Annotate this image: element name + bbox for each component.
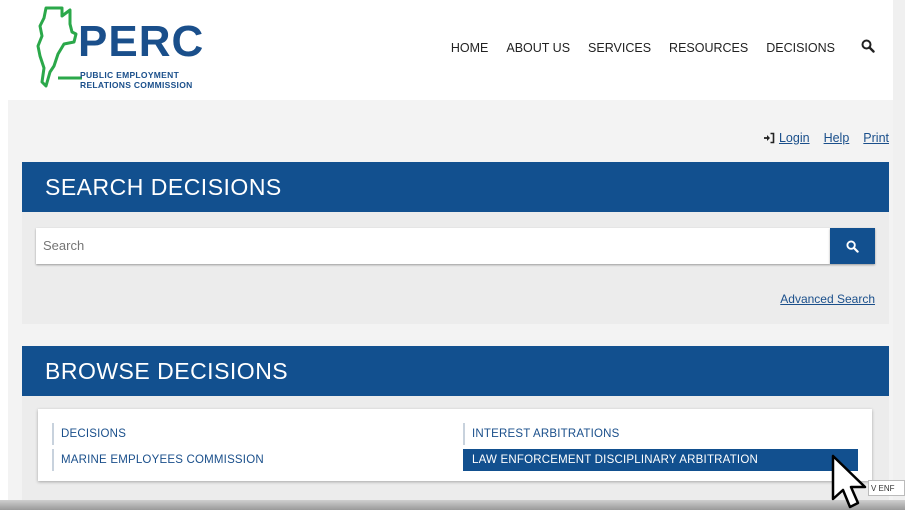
search-input[interactable] <box>36 228 830 264</box>
search-decisions-title: SEARCH DECISIONS <box>45 174 282 200</box>
browse-link-interest-arbitrations[interactable]: INTEREST ARBITRATIONS <box>463 423 620 445</box>
logo-wordmark: PERC <box>78 17 205 66</box>
main-nav: HOME ABOUT US SERVICES RESOURCES DECISIO… <box>451 39 875 56</box>
browse-decisions-title: BROWSE DECISIONS <box>45 358 289 384</box>
nav-decisions[interactable]: DECISIONS <box>766 40 835 56</box>
window-bottom-edge <box>0 500 905 510</box>
nav-resources[interactable]: RESOURCES <box>669 40 748 56</box>
browse-link-law-enforcement-disciplinary-arbitration[interactable]: LAW ENFORCEMENT DISCIPLINARY ARBITRATION <box>463 449 858 471</box>
page-scrollbar[interactable] <box>893 0 905 510</box>
logo-subtitle-line2: RELATIONS COMMISSION <box>80 80 193 90</box>
logo-subtitle: PUBLIC EMPLOYMENT RELATIONS COMMISSION <box>80 70 193 90</box>
nav-about-us[interactable]: ABOUT US <box>506 40 570 56</box>
login-icon <box>763 132 775 144</box>
search-button[interactable] <box>830 228 875 264</box>
browse-link-marine-employees-commission[interactable]: MARINE EMPLOYEES COMMISSION <box>52 449 264 471</box>
login-link[interactable]: Login <box>779 131 810 145</box>
site-header: PERC PUBLIC EMPLOYMENT RELATIONS COMMISS… <box>0 0 905 100</box>
print-link[interactable]: Print <box>863 131 889 145</box>
browse-link-decisions[interactable]: DECISIONS <box>52 423 126 445</box>
utility-links: Login Help Print <box>763 131 889 145</box>
login-wrap[interactable]: Login <box>763 131 810 145</box>
perc-logo[interactable]: PERC PUBLIC EMPLOYMENT RELATIONS COMMISS… <box>36 6 216 94</box>
mouse-cursor-icon <box>831 454 867 509</box>
logo-subtitle-line1: PUBLIC EMPLOYMENT <box>80 70 180 80</box>
search-icon[interactable] <box>861 39 875 53</box>
search-icon <box>846 239 859 253</box>
browse-decisions-header: BROWSE DECISIONS <box>22 346 889 396</box>
nav-services[interactable]: SERVICES <box>588 40 651 56</box>
advanced-search-link[interactable]: Advanced Search <box>780 292 875 306</box>
help-link[interactable]: Help <box>824 131 850 145</box>
browse-links-card: DECISIONS MARINE EMPLOYEES COMMISSION IN… <box>38 409 872 481</box>
search-decisions-header: SEARCH DECISIONS <box>22 162 889 212</box>
nav-home[interactable]: HOME <box>451 40 489 56</box>
